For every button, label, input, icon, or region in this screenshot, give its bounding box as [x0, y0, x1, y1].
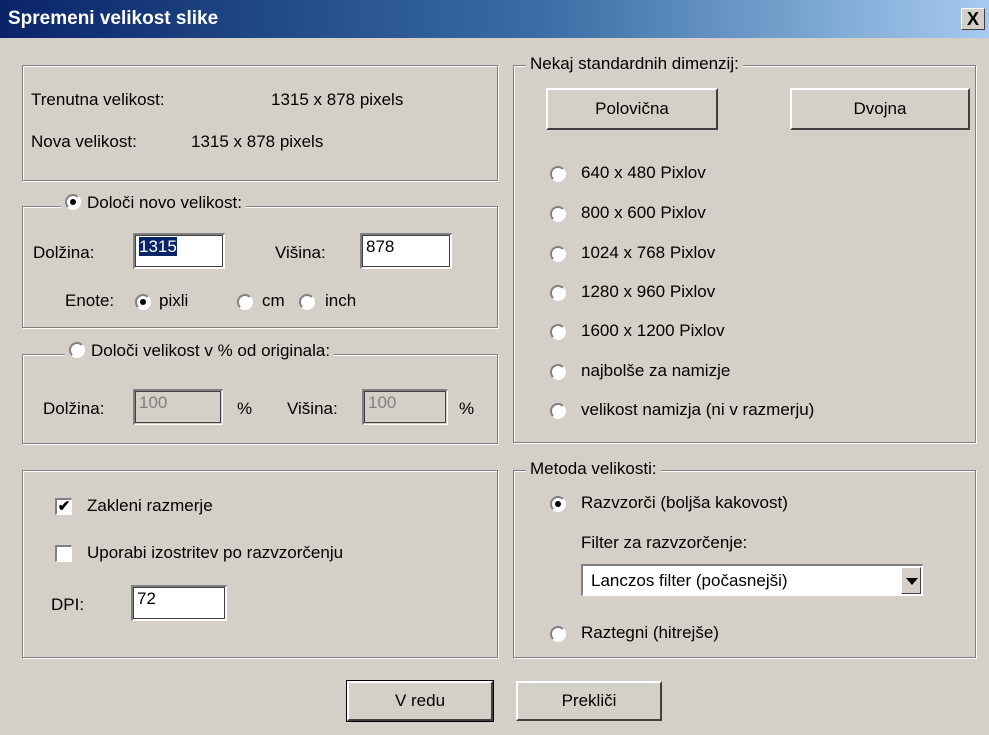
percent-legend[interactable]: Določi velikost v % od originala:	[65, 341, 335, 361]
preset-640-radio[interactable]	[550, 166, 566, 182]
percent-height-input[interactable]: 100	[362, 389, 448, 425]
filter-label: Filter za razvzorčenje:	[581, 533, 748, 552]
percent-legend-label: Določi velikost v % od originala:	[91, 341, 331, 360]
dpi-input[interactable]: 72	[131, 585, 227, 621]
unit-inch-radio[interactable]	[299, 294, 315, 310]
width-label: Dolžina:	[33, 243, 95, 262]
dpi-value: 72	[137, 589, 156, 608]
new-size-label: Nova velikost:	[31, 132, 137, 151]
filter-value: Lanczos filter (počasnejši)	[591, 571, 788, 590]
method-panel: Metoda velikosti: Razvzorči (boljša kako…	[513, 459, 976, 658]
unit-cm-label[interactable]: cm	[262, 291, 285, 311]
preset-desktop-size-radio[interactable]	[550, 403, 566, 419]
chevron-down-icon[interactable]	[901, 567, 921, 594]
options-panel: ✔ Zakleni razmerje Uporabi izostritev po…	[22, 470, 498, 658]
close-icon: X	[966, 9, 979, 29]
preset-1280-radio[interactable]	[550, 285, 566, 301]
units-label: Enote:	[65, 291, 115, 310]
percent-width-value: 100	[139, 393, 168, 412]
unit-cm-radio[interactable]	[237, 294, 253, 310]
unit-pixels-radio[interactable]	[135, 294, 151, 310]
new-size-value: 1315 x 878 pixels	[191, 132, 324, 151]
cancel-button[interactable]: Prekliči	[516, 681, 662, 721]
preset-best-desktop-label[interactable]: najbolše za namizje	[581, 361, 730, 381]
percent-radio[interactable]	[69, 342, 85, 358]
width-input[interactable]: 1315	[133, 233, 225, 269]
method-legend: Metoda velikosti:	[526, 459, 661, 479]
new-size-radio[interactable]	[65, 194, 81, 210]
unit-inch-label[interactable]: inch	[325, 291, 356, 311]
preset-640-label[interactable]: 640 x 480 Pixlov	[581, 163, 706, 183]
percent-width-label: Dolžina:	[43, 399, 105, 418]
close-button[interactable]: X	[961, 8, 985, 30]
preset-1600-radio[interactable]	[550, 324, 566, 340]
lock-ratio-checkbox[interactable]: ✔	[55, 498, 72, 515]
dpi-label: DPI:	[51, 595, 85, 614]
filter-dropdown[interactable]: Lanczos filter (počasnejši)	[581, 564, 923, 596]
title-bar[interactable]: Spremeni velikost slike X	[0, 0, 989, 38]
stretch-label[interactable]: Raztegni (hitrejše)	[581, 623, 719, 643]
standard-legend: Nekaj standardnih dimenzij:	[526, 54, 743, 74]
stretch-radio[interactable]	[550, 626, 566, 642]
preset-desktop-size-label[interactable]: velikost namizja (ni v razmerju)	[581, 400, 814, 420]
new-size-legend[interactable]: Določi novo velikost:	[61, 193, 246, 213]
sharpen-label[interactable]: Uporabi izostritev po razvzorčenju	[87, 543, 343, 563]
percent-sign-height: %	[459, 399, 475, 418]
percent-width-input[interactable]: 100	[133, 389, 223, 425]
height-label: Višina:	[275, 243, 326, 262]
ok-label: V redu	[394, 691, 446, 710]
current-size-value: 1315 x 878 pixels	[271, 90, 404, 109]
cancel-label: Prekliči	[561, 691, 617, 710]
preset-1600-label[interactable]: 1600 x 1200 Pixlov	[581, 321, 725, 341]
window-title: Spremeni velikost slike	[8, 8, 219, 29]
percent-sign-width: %	[237, 399, 253, 418]
double-size-label: Dvojna	[853, 99, 907, 118]
info-panel: Trenutna velikost: 1315 x 878 pixels Nov…	[22, 65, 498, 181]
preset-800-label[interactable]: 800 x 600 Pixlov	[581, 203, 706, 223]
resample-label[interactable]: Razvzorči (boljša kakovost)	[581, 493, 788, 513]
lock-ratio-label[interactable]: Zakleni razmerje	[87, 496, 213, 516]
resample-radio[interactable]	[550, 496, 566, 512]
width-value: 1315	[139, 237, 177, 256]
percent-height-value: 100	[368, 393, 397, 412]
sharpen-checkbox[interactable]	[55, 545, 72, 562]
new-size-legend-label: Določi novo velikost:	[87, 193, 242, 212]
preset-1280-label[interactable]: 1280 x 960 Pixlov	[581, 282, 715, 302]
standard-dimensions-panel: Nekaj standardnih dimenzij: Polovična Dv…	[513, 54, 976, 443]
unit-pixels-label[interactable]: pixli	[159, 291, 188, 311]
percent-panel: Določi velikost v % od originala: Dolžin…	[22, 341, 498, 444]
ok-button[interactable]: V redu	[346, 680, 494, 722]
height-value: 878	[366, 237, 395, 256]
preset-1024-radio[interactable]	[550, 246, 566, 262]
half-size-button[interactable]: Polovična	[546, 88, 718, 130]
half-size-label: Polovična	[595, 99, 669, 118]
preset-1024-label[interactable]: 1024 x 768 Pixlov	[581, 243, 715, 263]
preset-800-radio[interactable]	[550, 206, 566, 222]
preset-best-desktop-radio[interactable]	[550, 364, 566, 380]
height-input[interactable]: 878	[360, 233, 452, 269]
new-size-panel: Določi novo velikost: Dolžina: 1315 Viši…	[22, 193, 498, 328]
percent-height-label: Višina:	[287, 399, 338, 418]
current-size-label: Trenutna velikost:	[31, 90, 165, 109]
double-size-button[interactable]: Dvojna	[790, 88, 970, 130]
